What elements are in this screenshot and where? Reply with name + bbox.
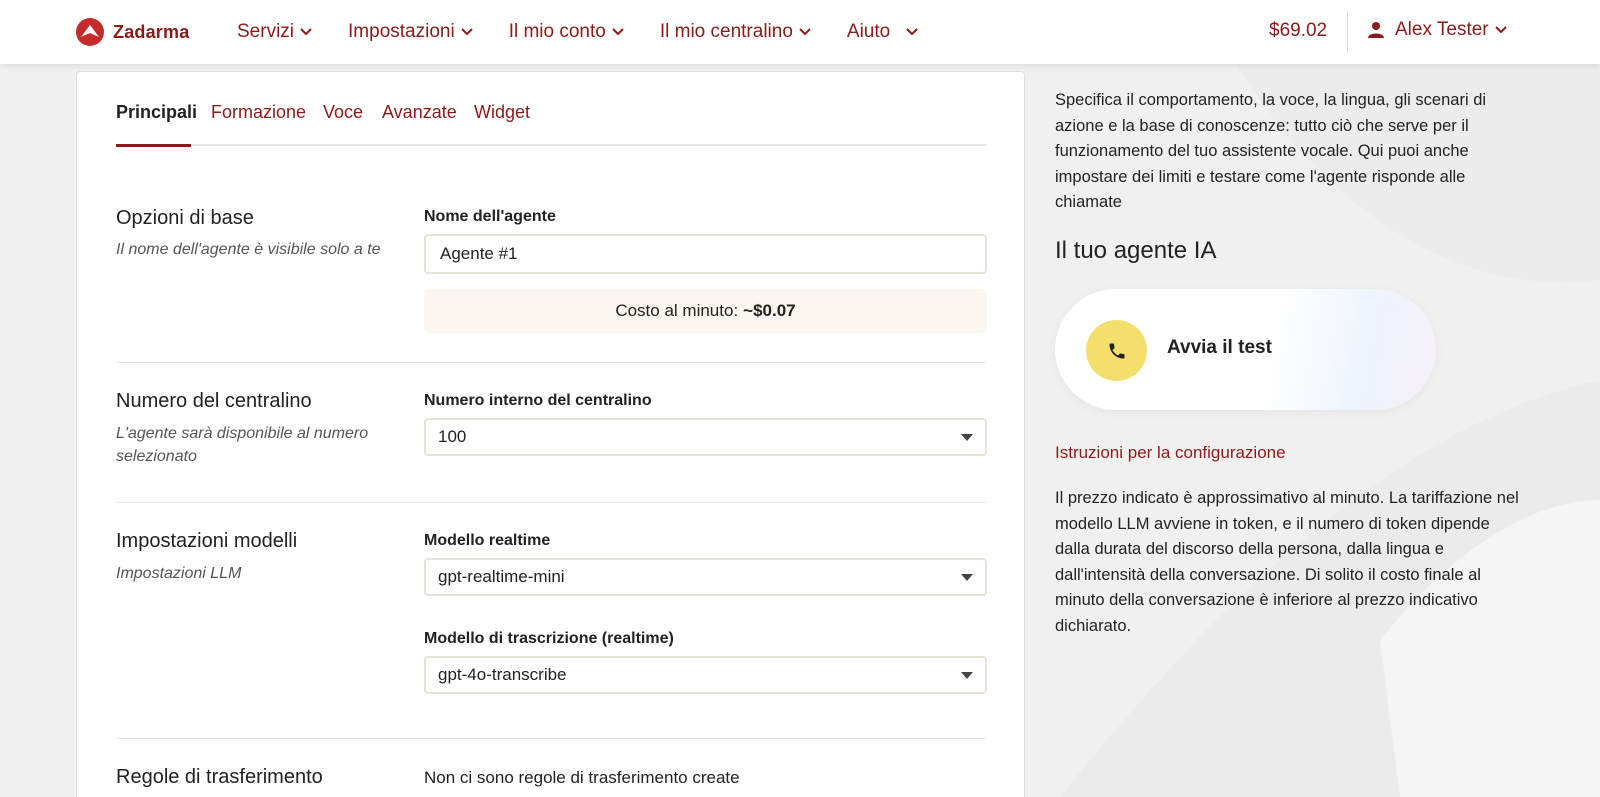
selected-value: gpt-4o-transcribe xyxy=(438,665,567,684)
agent-name-input[interactable]: Agente #1 xyxy=(424,234,987,274)
logo-text: Zadarma xyxy=(113,21,190,42)
section-title-basic: Opzioni di base xyxy=(116,207,254,229)
section-desc-pbx: L'agente sarà disponibile al numero sele… xyxy=(116,425,369,465)
user-menu[interactable]: Alex Tester xyxy=(1367,19,1507,41)
chevron-down-icon xyxy=(799,28,811,36)
agent-name-label: Nome dell'agente xyxy=(424,208,556,225)
realtime-model-label: Modello realtime xyxy=(424,532,551,549)
transcription-model-select[interactable]: gpt-4o-transcribe xyxy=(424,656,987,694)
chevron-down-icon xyxy=(906,28,918,36)
nav-label: Aiuto xyxy=(846,21,891,42)
zadarma-logo-icon xyxy=(76,18,104,46)
pricing-note: Il prezzo indicato è approssimativo al m… xyxy=(1055,489,1519,635)
nav-il-mio-centralino[interactable]: Il mio centralino xyxy=(660,21,811,43)
section-divider xyxy=(116,738,987,739)
section-desc-models: Impostazioni LLM xyxy=(116,565,242,582)
section-divider xyxy=(116,502,987,503)
selected-value: 100 xyxy=(438,427,467,446)
nav-label: Impostazioni xyxy=(348,21,455,42)
agent-settings-card: Principali Formazione Voce Avanzate Widg… xyxy=(76,71,1025,797)
user-name: Alex Tester xyxy=(1395,19,1489,40)
tab-principali[interactable]: Principali xyxy=(116,102,197,146)
main-nav: Servizi Impostazioni Il mio conto Il mio… xyxy=(237,0,954,64)
chevron-down-icon xyxy=(460,28,473,36)
configuration-instructions-link[interactable]: Istruzioni per la configurazione xyxy=(1055,443,1286,463)
start-test-button[interactable]: Avvia il test xyxy=(1055,289,1436,410)
tab-formazione[interactable]: Formazione xyxy=(211,102,306,146)
dropdown-caret-icon xyxy=(961,574,973,581)
tab-widget[interactable]: Widget xyxy=(474,102,530,146)
cost-per-minute-box: Costo al minuto: ~$0.07 xyxy=(424,289,987,333)
chevron-down-icon xyxy=(300,28,312,36)
person-icon xyxy=(1368,22,1384,38)
section-title-models: Impostazioni modelli xyxy=(116,530,298,552)
pbx-extension-label: Numero interno del centralino xyxy=(424,392,652,409)
dropdown-caret-icon xyxy=(961,434,973,441)
dropdown-caret-icon xyxy=(961,672,973,679)
agent-title: Il tuo agente IA xyxy=(1055,237,1217,264)
call-button-circle xyxy=(1086,320,1147,381)
settings-tabs: Principali Formazione Voce Avanzate Widg… xyxy=(116,102,987,147)
selected-value: gpt-realtime-mini xyxy=(438,567,565,586)
logo[interactable]: Zadarma xyxy=(75,17,189,47)
realtime-model-select[interactable]: gpt-realtime-mini xyxy=(424,558,987,596)
cost-value: ~$0.07 xyxy=(743,301,796,320)
cost-label: Costo al minuto: xyxy=(615,301,739,320)
top-header: Zadarma Servizi Impostazioni Il mio cont… xyxy=(0,0,1600,64)
intro-text: Specifica il comportamento, la voce, la … xyxy=(1055,91,1487,211)
section-title-pbx: Numero del centralino xyxy=(116,390,312,412)
section-divider xyxy=(116,362,987,363)
nav-il-mio-conto[interactable]: Il mio conto xyxy=(509,21,624,43)
tab-avanzate[interactable]: Avanzate xyxy=(382,102,457,146)
nav-aiuto[interactable]: Aiuto xyxy=(847,21,918,43)
nav-impostazioni[interactable]: Impostazioni xyxy=(348,21,473,43)
nav-label: Servizi xyxy=(237,21,295,42)
right-info-panel: Specifica il comportamento, la voce, la … xyxy=(1055,0,1555,797)
tab-voce[interactable]: Voce xyxy=(323,102,363,146)
nav-servizi[interactable]: Servizi xyxy=(237,21,312,43)
active-tab-indicator xyxy=(116,144,191,147)
chevron-down-icon xyxy=(1494,26,1507,34)
pbx-extension-select[interactable]: 100 xyxy=(424,418,987,456)
start-test-label: Avvia il test xyxy=(1167,337,1272,358)
header-divider xyxy=(1347,12,1348,52)
section-title-transfer: Regole di trasferimento xyxy=(116,766,323,788)
nav-label: Il mio centralino xyxy=(659,21,793,42)
transcription-model-label: Modello di trascrizione (realtime) xyxy=(424,630,674,647)
section-desc-basic: Il nome dell'agente è visibile solo a te xyxy=(116,241,381,258)
account-balance[interactable]: $69.02 xyxy=(1269,20,1327,42)
no-transfer-rules-text: Non ci sono regole di trasferimento crea… xyxy=(424,768,740,787)
chevron-down-icon xyxy=(612,28,624,36)
nav-label: Il mio conto xyxy=(508,21,606,42)
phone-icon xyxy=(1109,343,1124,358)
